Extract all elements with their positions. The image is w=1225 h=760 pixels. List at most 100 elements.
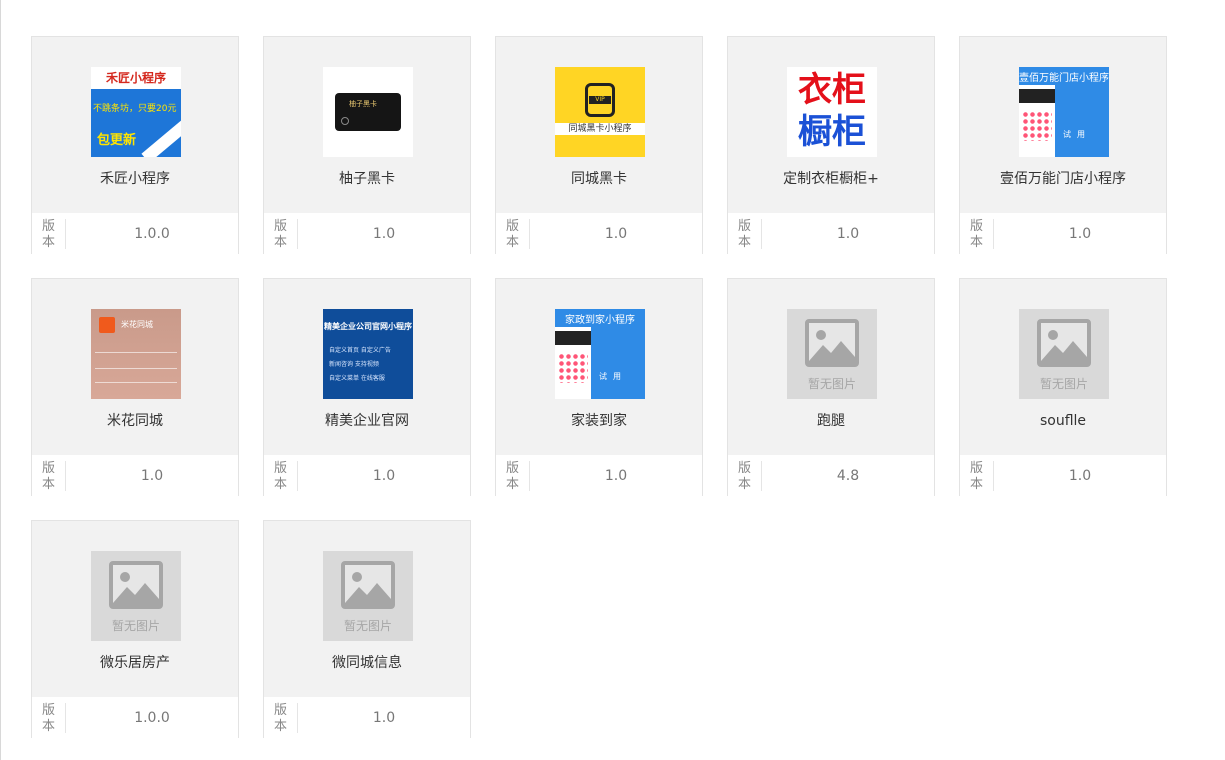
- version-value: 1.0: [372, 710, 396, 726]
- version-value: 1.0: [836, 226, 860, 242]
- version-label: 版本: [42, 219, 56, 250]
- app-thumbnail: 壹佰万能门店小程序 试用: [1019, 67, 1109, 157]
- app-thumbnail: 家政到家小程序 试用: [555, 309, 645, 399]
- app-name: 禾匠小程序: [100, 171, 170, 187]
- app-card[interactable]: 暂无图片 跑腿 版本 4.8: [727, 278, 935, 496]
- card-preview: 暂无图片 souflle: [960, 279, 1166, 455]
- card-footer: 版本 1.0: [264, 455, 470, 496]
- thumb-logo-text: 柚子黑卡: [349, 100, 377, 108]
- card-footer: 版本 1.0: [728, 213, 934, 254]
- version-value: 1.0: [1068, 226, 1092, 242]
- version-value: 1.0: [604, 468, 628, 484]
- placeholder-image: 暂无图片: [1019, 309, 1109, 399]
- thumb-caption: 同城黑卡小程序: [555, 123, 645, 135]
- version-value: 1.0: [372, 226, 396, 242]
- vip-card-icon: VIP: [585, 83, 615, 117]
- card-footer: 版本 1.0.0: [32, 213, 238, 254]
- card-preview: 精美企业公司官网小程序 自定义首页 自定义广告 新闻咨询 支持视频 自定义菜单 …: [264, 279, 470, 455]
- card-footer: 版本 1.0: [496, 213, 702, 254]
- thumb-title: 米花同城: [121, 320, 153, 329]
- thumb-header: 家政到家小程序: [565, 315, 635, 326]
- app-thumbnail: VIP 同城黑卡小程序: [555, 67, 645, 157]
- app-name: 精美企业官网: [325, 413, 409, 429]
- placeholder-image: 暂无图片: [323, 551, 413, 641]
- app-name: 跑腿: [817, 413, 845, 429]
- app-card[interactable]: 米花同城 米花同城 版本 1.0: [31, 278, 239, 496]
- app-card[interactable]: 衣柜 橱柜 定制衣柜橱柜+ 版本 1.0: [727, 36, 935, 254]
- image-placeholder-icon: [1037, 319, 1091, 367]
- thumb-banner: 禾匠小程序: [91, 67, 181, 89]
- app-thumbnail: 精美企业公司官网小程序 自定义首页 自定义广告 新闻咨询 支持视频 自定义菜单 …: [323, 309, 413, 399]
- app-thumbnail: 暂无图片: [323, 551, 413, 641]
- thumb-text: 衣柜: [798, 70, 866, 110]
- image-placeholder-icon: [109, 561, 163, 609]
- card-footer: 版本 1.0: [264, 697, 470, 738]
- version-label: 版本: [42, 703, 56, 734]
- app-name: 微同城信息: [332, 655, 402, 671]
- card-preview: 壹佰万能门店小程序 试用 壹佰万能门店小程序: [960, 37, 1166, 213]
- app-name: souflle: [1039, 413, 1087, 429]
- app-name: 米花同城: [107, 413, 163, 429]
- thumb-line: [95, 359, 177, 369]
- app-card[interactable]: 禾匠小程序 不跳条坊，只要20元 包更新 禾匠小程序 版本 1.0.0: [31, 36, 239, 254]
- app-card[interactable]: 壹佰万能门店小程序 试用 壹佰万能门店小程序 版本 1.0: [959, 36, 1167, 254]
- version-value: 1.0: [1068, 468, 1092, 484]
- card-preview: 暂无图片 跑腿: [728, 279, 934, 455]
- version-label: 版本: [506, 219, 520, 250]
- app-card[interactable]: 柚子黑卡 柚子黑卡 版本 1.0: [263, 36, 471, 254]
- thumb-ribbon: [141, 119, 181, 157]
- app-thumbnail: 衣柜 橱柜: [787, 67, 877, 157]
- card-chip-icon: [341, 117, 349, 125]
- app-card[interactable]: VIP 同城黑卡小程序 同城黑卡 版本 1.0: [495, 36, 703, 254]
- app-card[interactable]: 精美企业公司官网小程序 自定义首页 自定义广告 新闻咨询 支持视频 自定义菜单 …: [263, 278, 471, 496]
- version-label: 版本: [274, 461, 288, 492]
- phone-mockup: [555, 327, 591, 399]
- app-thumbnail: 米花同城: [91, 309, 181, 399]
- thumb-text: 自定义菜单 在线客服: [329, 375, 385, 382]
- app-name: 家装到家: [571, 413, 627, 429]
- card-preview: 衣柜 橱柜 定制衣柜橱柜+: [728, 37, 934, 213]
- card-footer: 版本 1.0.0: [32, 697, 238, 738]
- placeholder-text: 暂无图片: [1039, 377, 1088, 391]
- card-footer: 版本 1.0: [960, 213, 1166, 254]
- card-preview: VIP 同城黑卡小程序 同城黑卡: [496, 37, 702, 213]
- version-value: 1.0: [604, 226, 628, 242]
- placeholder-text: 暂无图片: [807, 377, 856, 391]
- app-card[interactable]: 暂无图片 souflle 版本 1.0: [959, 278, 1167, 496]
- card-preview: 暂无图片 微同城信息: [264, 521, 470, 697]
- thumb-text: 橱柜: [798, 112, 866, 152]
- version-label: 版本: [274, 703, 288, 734]
- mihua-logo-icon: [99, 317, 115, 333]
- app-name: 柚子黑卡: [339, 171, 395, 187]
- card-preview: 家政到家小程序 试用 家装到家: [496, 279, 702, 455]
- thumb-line: [95, 343, 177, 353]
- image-placeholder-icon: [341, 561, 395, 609]
- app-thumbnail: 暂无图片: [1019, 309, 1109, 399]
- version-label: 版本: [970, 461, 984, 492]
- app-card[interactable]: 暂无图片 微同城信息 版本 1.0: [263, 520, 471, 738]
- app-card[interactable]: 暂无图片 微乐居房产 版本 1.0.0: [31, 520, 239, 738]
- thumb-header: 精美企业公司官网小程序: [324, 322, 412, 331]
- card-footer: 版本 1.0: [264, 213, 470, 254]
- card-preview: 暂无图片 微乐居房产: [32, 521, 238, 697]
- thumb-header: 壹佰万能门店小程序: [1019, 73, 1109, 84]
- version-label: 版本: [274, 219, 288, 250]
- app-card[interactable]: 家政到家小程序 试用 家装到家 版本 1.0: [495, 278, 703, 496]
- version-label: 版本: [970, 219, 984, 250]
- card-preview: 柚子黑卡 柚子黑卡: [264, 37, 470, 213]
- phone-mockup: [1019, 85, 1055, 157]
- thumb-text: 自定义首页 自定义广告: [329, 347, 391, 354]
- left-border: [0, 0, 1, 760]
- version-value: 1.0: [140, 468, 164, 484]
- thumb-text: 新闻咨询 支持视频: [329, 361, 379, 368]
- app-name: 定制衣柜橱柜+: [783, 171, 879, 187]
- card-footer: 版本 4.8: [728, 455, 934, 496]
- version-value: 1.0.0: [134, 710, 170, 726]
- placeholder-image: 暂无图片: [91, 551, 181, 641]
- app-name: 壹佰万能门店小程序: [1000, 171, 1126, 187]
- thumb-buttons: 试用: [1063, 130, 1091, 139]
- card-preview: 米花同城 米花同城: [32, 279, 238, 455]
- card-footer: 版本 1.0: [960, 455, 1166, 496]
- app-thumbnail: 禾匠小程序 不跳条坊，只要20元 包更新: [91, 67, 181, 157]
- version-value: 1.0.0: [134, 226, 170, 242]
